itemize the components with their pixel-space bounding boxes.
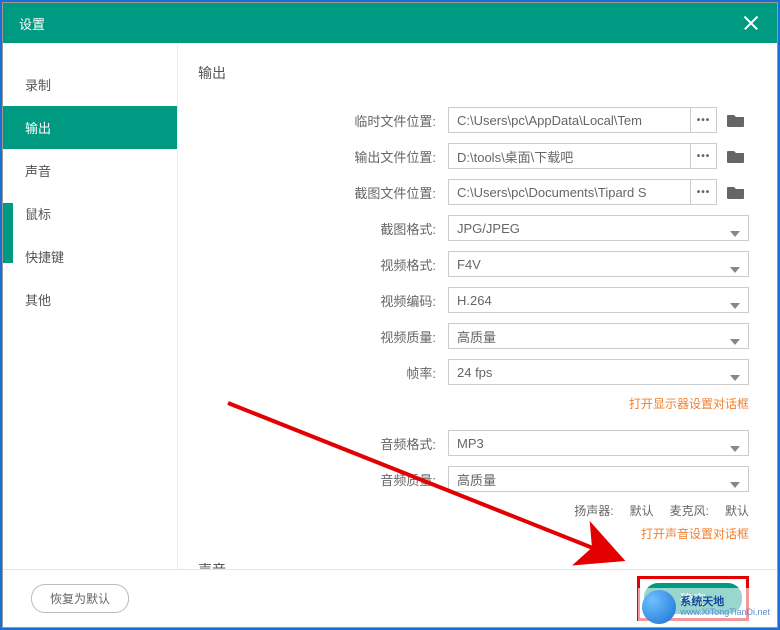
output-path-field[interactable]: D:\tools\桌面\下载吧 (448, 143, 691, 169)
row-video-format: 视频格式: F4V (198, 251, 749, 277)
video-codec-value: H.264 (457, 293, 492, 308)
open-screenshot-folder-icon[interactable] (723, 179, 749, 205)
sidebar-item-label: 录制 (25, 78, 51, 93)
display-settings-link-row: 打开显示器设置对话框 (198, 395, 749, 412)
sidebar: 录制 输出 声音 鼠标 快捷键 其他 (3, 43, 178, 569)
speaker-label: 扬声器: (574, 502, 613, 519)
settings-window: 设置 录制 输出 声音 鼠标 快捷键 其他 输出 临时文件位置: C:\User… (2, 2, 778, 628)
video-quality-select[interactable]: 高质量 (448, 323, 749, 349)
sidebar-item-output[interactable]: 输出 (3, 106, 177, 149)
watermark-site: www.XiTongTianDi.net (680, 608, 770, 618)
chevron-down-icon (730, 369, 740, 375)
globe-icon (642, 590, 676, 624)
sidebar-item-sound[interactable]: 声音 (3, 149, 177, 192)
section-title-sound: 声音 (198, 560, 749, 569)
label-output-path: 输出文件位置: (198, 147, 448, 166)
browse-screenshot-button[interactable]: ••• (691, 179, 717, 205)
fps-select[interactable]: 24 fps (448, 359, 749, 385)
row-video-quality: 视频质量: 高质量 (198, 323, 749, 349)
sidebar-item-label: 声音 (25, 164, 51, 179)
content-panel: 输出 临时文件位置: C:\Users\pc\AppData\Local\Tem… (178, 43, 777, 569)
label-audio-format: 音频格式: (198, 434, 448, 453)
label-screenshot-format: 截图格式: (198, 219, 448, 238)
sidebar-item-mouse[interactable]: 鼠标 (3, 192, 177, 235)
audio-quality-value: 高质量 (457, 470, 496, 489)
chevron-down-icon (730, 261, 740, 267)
chevron-down-icon (730, 440, 740, 446)
row-screenshot-path: 截图文件位置: C:\Users\pc\Documents\Tipard S •… (198, 179, 749, 205)
video-format-value: F4V (457, 257, 481, 272)
restore-defaults-button[interactable]: 恢复为默认 (31, 584, 129, 613)
window-title: 设置 (19, 14, 45, 33)
chevron-down-icon (730, 297, 740, 303)
chevron-down-icon (730, 476, 740, 482)
sound-settings-link-row: 打开声音设置对话框 (198, 525, 749, 542)
sidebar-item-record[interactable]: 录制 (3, 63, 177, 106)
row-fps: 帧率: 24 fps (198, 359, 749, 385)
speaker-value: 默认 (630, 502, 654, 519)
chevron-down-icon (730, 225, 740, 231)
chevron-down-icon (730, 333, 740, 339)
screenshot-format-select[interactable]: JPG/JPEG (448, 215, 749, 241)
sidebar-item-other[interactable]: 其他 (3, 278, 177, 321)
label-audio-quality: 音频质量: (198, 470, 448, 489)
label-video-format: 视频格式: (198, 255, 448, 274)
mic-label: 麦克风: (670, 502, 709, 519)
row-screenshot-format: 截图格式: JPG/JPEG (198, 215, 749, 241)
audio-format-select[interactable]: MP3 (448, 430, 749, 456)
sidebar-item-label: 输出 (25, 121, 51, 136)
screenshot-format-value: JPG/JPEG (457, 221, 520, 236)
sidebar-item-label: 快捷键 (25, 250, 64, 265)
open-output-folder-icon[interactable] (723, 143, 749, 169)
row-temp-path: 临时文件位置: C:\Users\pc\AppData\Local\Tem ••… (198, 107, 749, 133)
label-video-codec: 视频编码: (198, 291, 448, 310)
open-temp-folder-icon[interactable] (723, 107, 749, 133)
sound-settings-link[interactable]: 打开声音设置对话框 (641, 527, 749, 541)
close-icon[interactable] (741, 13, 761, 33)
label-temp-path: 临时文件位置: (198, 111, 448, 130)
sidebar-item-label: 其他 (25, 293, 51, 308)
row-audio-format: 音频格式: MP3 (198, 430, 749, 456)
video-quality-value: 高质量 (457, 327, 496, 346)
sidebar-item-hotkey[interactable]: 快捷键 (3, 235, 177, 278)
row-audio-quality: 音频质量: 高质量 (198, 466, 749, 492)
video-format-select[interactable]: F4V (448, 251, 749, 277)
body: 录制 输出 声音 鼠标 快捷键 其他 输出 临时文件位置: C:\Users\p… (3, 43, 777, 569)
label-fps: 帧率: (198, 363, 448, 382)
browse-output-button[interactable]: ••• (691, 143, 717, 169)
label-video-quality: 视频质量: (198, 327, 448, 346)
row-video-codec: 视频编码: H.264 (198, 287, 749, 313)
watermark: 系统天地 www.XiTongTianDi.net (638, 588, 774, 626)
sidebar-item-label: 鼠标 (25, 207, 51, 222)
display-settings-link[interactable]: 打开显示器设置对话框 (629, 397, 749, 411)
section-title-output: 输出 (198, 63, 749, 83)
fps-value: 24 fps (457, 365, 492, 380)
label-screenshot-path: 截图文件位置: (198, 183, 448, 202)
mic-value: 默认 (725, 502, 749, 519)
browse-temp-button[interactable]: ••• (691, 107, 717, 133)
left-edge-hint (3, 203, 13, 263)
audio-device-info: 扬声器: 默认 麦克风: 默认 (198, 502, 749, 519)
temp-path-field[interactable]: C:\Users\pc\AppData\Local\Tem (448, 107, 691, 133)
row-output-path: 输出文件位置: D:\tools\桌面\下载吧 ••• (198, 143, 749, 169)
video-codec-select[interactable]: H.264 (448, 287, 749, 313)
audio-quality-select[interactable]: 高质量 (448, 466, 749, 492)
audio-format-value: MP3 (457, 436, 484, 451)
titlebar: 设置 (3, 3, 777, 43)
screenshot-path-field[interactable]: C:\Users\pc\Documents\Tipard S (448, 179, 691, 205)
